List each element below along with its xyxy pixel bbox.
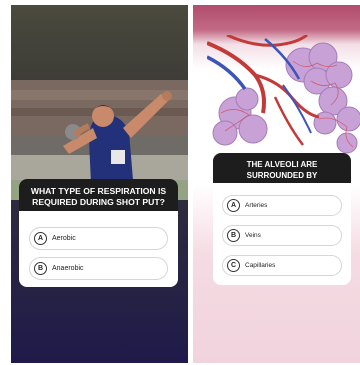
option-letter-c: C bbox=[227, 259, 240, 272]
alveoli-illustration bbox=[207, 35, 360, 154]
option-letter-b: B bbox=[227, 229, 240, 242]
answer-option-anaerobic[interactable]: B Anaerobic bbox=[29, 257, 168, 280]
option-letter-a: A bbox=[34, 232, 47, 245]
story-panel-right: THE ALVEOLI ARE SURROUNDED BY A Arteries… bbox=[193, 5, 360, 363]
answer-option-capillaries[interactable]: C Capillaries bbox=[222, 255, 342, 276]
answer-option-arteries[interactable]: A Arteries bbox=[222, 195, 342, 216]
answer-option-veins[interactable]: B Veins bbox=[222, 225, 342, 246]
option-letter-b: B bbox=[34, 262, 47, 275]
option-label: Veins bbox=[245, 232, 261, 239]
quiz-card-left: WHAT TYPE OF RESPIRATION IS REQUIRED DUR… bbox=[19, 179, 178, 287]
quiz-question: THE ALVEOLI ARE SURROUNDED BY bbox=[213, 153, 351, 183]
option-label: Arteries bbox=[245, 202, 268, 209]
option-label: Capillaries bbox=[245, 262, 276, 269]
option-label: Aerobic bbox=[52, 235, 76, 242]
quiz-card-right: THE ALVEOLI ARE SURROUNDED BY A Arteries… bbox=[213, 153, 351, 285]
quiz-question: WHAT TYPE OF RESPIRATION IS REQUIRED DUR… bbox=[19, 179, 178, 211]
option-label: Anaerobic bbox=[52, 265, 84, 272]
answer-option-aerobic[interactable]: A Aerobic bbox=[29, 227, 168, 250]
option-letter-a: A bbox=[227, 199, 240, 212]
